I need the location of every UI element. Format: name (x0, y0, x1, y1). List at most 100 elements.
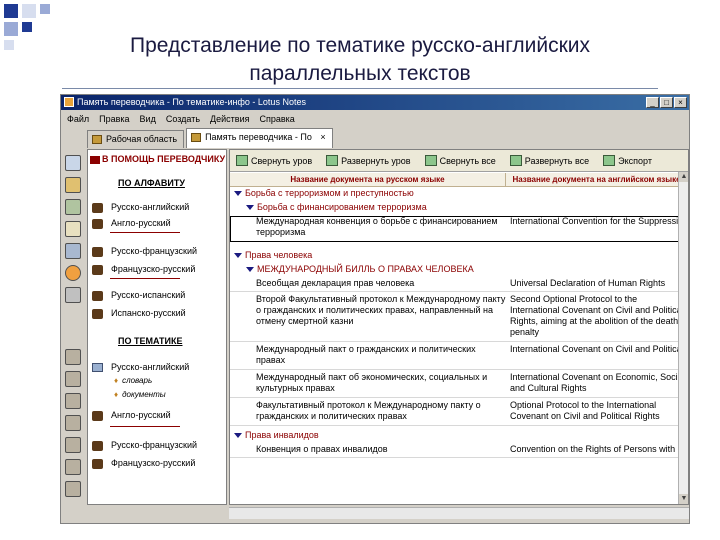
column-headers: Название документа на русском языке Назв… (230, 173, 688, 187)
scroll-up-icon[interactable]: ▲ (679, 172, 688, 182)
export-button[interactable]: Экспорт (603, 155, 652, 166)
nav-item-ru-es-label: Русско-испанский (111, 290, 186, 300)
category-row[interactable]: Права человека (230, 250, 688, 261)
nav-item-ru-en[interactable]: Русско-английский (92, 200, 189, 214)
tab-translator-memory-label: Память переводчика - По (205, 132, 312, 142)
mail-icon[interactable] (65, 155, 81, 171)
doc-title-en: Second Optional Protocol to the Internat… (510, 294, 684, 337)
topic-item-ru-en-label: Русско-английский (111, 362, 190, 372)
maximize-button[interactable]: □ (660, 97, 673, 108)
topic-item-en-ru[interactable]: Англо-русский (92, 408, 171, 422)
expand-level-button[interactable]: Развернуть уров (326, 155, 411, 166)
menu-help[interactable]: Справка (259, 111, 294, 127)
nav-divider (110, 278, 180, 279)
topic-sub-dictionary-label: словарь (122, 376, 153, 385)
bookmark-icon-7[interactable] (65, 481, 81, 497)
category-row[interactable]: Борьба с терроризмом и преступностью (230, 188, 688, 199)
nav-item-ru-fr[interactable]: Русско-французский (92, 244, 197, 258)
bullet-icon: ♦ (114, 376, 119, 385)
table-row[interactable]: Факультативный протокол к Международному… (230, 400, 688, 426)
topic-item-ru-en[interactable]: Русско-английский (92, 360, 189, 374)
book-icon (92, 246, 103, 257)
doc-title-ru: Международная конвенция о борьбе с финан… (256, 216, 498, 237)
category-label: Борьба с терроризмом и преступностью (245, 188, 414, 198)
table-row[interactable]: Всеобщая декларация прав человека Univer… (230, 278, 688, 292)
section-alphabet[interactable]: ПО АЛФАВИТУ (118, 178, 185, 188)
expand-level-label: Развернуть уров (341, 155, 411, 166)
bookmark-icon-3[interactable] (65, 393, 81, 409)
tab-workspace[interactable]: Рабочая область (87, 130, 185, 148)
nav-item-fr-ru[interactable]: Французско-русский (92, 262, 195, 276)
navigator-pane: В ПОМОЩЬ ПЕРЕВОДЧИКУ ПО АЛФАВИТУ Русско-… (87, 149, 227, 505)
column-header-ru[interactable]: Название документа на русском языке (230, 173, 506, 186)
folder-icon (92, 363, 103, 373)
bookmark-icon-6[interactable] (65, 459, 81, 475)
expand-all-label: Развернуть все (524, 155, 590, 166)
collapse-all-button[interactable]: Свернуть все (424, 155, 496, 166)
menu-create[interactable]: Создать (166, 111, 200, 127)
topic-item-ru-fr-label: Русско-французский (111, 440, 198, 450)
book-icon (92, 264, 103, 275)
topic-sub-documents[interactable]: ♦ документы (114, 390, 166, 399)
table-row[interactable]: Международный пакт о гражданских и полит… (230, 344, 688, 370)
section-topics[interactable]: ПО ТЕМАТИКЕ (118, 336, 182, 346)
bookmark-icon-5[interactable] (65, 437, 81, 453)
navigator-header-label: В ПОМОЩЬ ПЕРЕВОДЧИКУ (102, 154, 226, 164)
collapse-level-button[interactable]: Свернуть уров (236, 155, 312, 166)
twistie-icon (246, 267, 254, 273)
databases-icon[interactable] (65, 287, 81, 303)
scroll-down-icon[interactable]: ▼ (679, 494, 688, 504)
category-row[interactable]: Борьба с финансированием терроризма (230, 202, 688, 213)
doc-title-en: International Convention for the Suppres… (510, 216, 688, 226)
category-label: Права человека (245, 250, 313, 260)
slide-title: Представление по тематике русско-английс… (60, 32, 660, 88)
menu-file[interactable]: Файл (67, 111, 89, 127)
todo-icon[interactable] (65, 221, 81, 237)
topic-sub-dictionary[interactable]: ♦ словарь (114, 376, 152, 385)
nav-item-ru-es[interactable]: Русско-испанский (92, 288, 185, 302)
expand-all-button[interactable]: Развернуть все (509, 155, 590, 166)
close-button[interactable]: × (674, 97, 687, 108)
table-row[interactable]: Международная конвенция о борьбе с финан… (230, 216, 688, 242)
topic-item-ru-fr[interactable]: Русско-французский (92, 438, 197, 452)
tab-translator-memory[interactable]: Память переводчика - По × (186, 128, 333, 148)
nav-item-es-ru[interactable]: Испанско-русский (92, 306, 186, 320)
collapse-icon (236, 155, 248, 166)
database-icon (191, 133, 202, 142)
address-book-icon[interactable] (65, 199, 81, 215)
vertical-scrollbar[interactable]: ▲ ▼ (678, 172, 688, 504)
table-row[interactable]: Международный пакт об экономических, соц… (230, 372, 688, 398)
bookmark-icon-2[interactable] (65, 371, 81, 387)
expand-all-icon (509, 155, 522, 166)
twistie-icon (246, 205, 254, 211)
category-row[interactable]: МЕЖДУНАРОДНЫЙ БИЛЛЬ О ПРАВАХ ЧЕЛОВЕКА (230, 264, 688, 275)
menu-view[interactable]: Вид (140, 111, 156, 127)
tab-bar: Рабочая область Память переводчика - По … (61, 128, 689, 148)
collapse-all-icon (424, 155, 437, 166)
topic-item-fr-ru[interactable]: Французско-русский (92, 456, 195, 470)
table-row[interactable]: Второй Факультативный протокол к Междуна… (230, 294, 688, 342)
replicator-icon[interactable] (65, 243, 81, 259)
window-titlebar[interactable]: Память переводчика - По тематике-инфо - … (61, 95, 689, 110)
tab-close-icon[interactable]: × (320, 132, 325, 142)
horizontal-scrollbar[interactable] (229, 507, 689, 519)
category-label: Борьба с финансированием терроризма (257, 202, 427, 212)
bookmark-icon-1[interactable] (65, 349, 81, 365)
book-icon (92, 290, 103, 301)
workspace-icon (92, 135, 102, 144)
doc-title-ru: Всеобщая декларация прав человека (256, 278, 415, 288)
topic-item-fr-ru-label: Французско-русский (111, 458, 196, 468)
menu-edit[interactable]: Правка (99, 111, 129, 127)
column-header-en[interactable]: Название документа на английском языке (506, 173, 688, 186)
nav-item-en-ru[interactable]: Англо-русский (92, 216, 171, 230)
category-row[interactable]: Права инвалидов (230, 430, 688, 441)
menu-actions[interactable]: Действия (210, 111, 249, 127)
table-row[interactable]: Конвенция о правах инвалидов Convention … (230, 444, 688, 458)
minimize-button[interactable]: _ (646, 97, 659, 108)
calendar-icon[interactable] (65, 177, 81, 193)
favorites-icon[interactable] (65, 265, 81, 281)
bookmark-icon-4[interactable] (65, 415, 81, 431)
bookmark-bar (61, 149, 85, 507)
header-bar-icon (90, 155, 100, 164)
view-pane: Свернуть уров Развернуть уров Свернуть в… (229, 149, 689, 505)
